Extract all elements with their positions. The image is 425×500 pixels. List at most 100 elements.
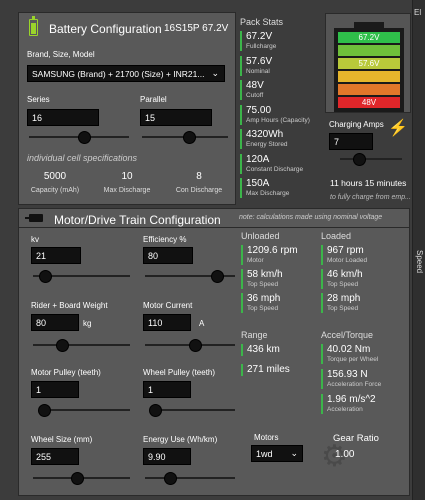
motor-icon <box>25 214 43 222</box>
stat-item: 58 km/h Top Speed <box>241 269 283 289</box>
wheel-pulley-input[interactable]: 1 <box>143 381 191 398</box>
kv-label: kv <box>31 235 39 244</box>
charging-amps-input[interactable]: 7 <box>329 133 373 150</box>
motor-current-label: Motor Current <box>143 301 193 310</box>
battery-level-cell <box>338 71 400 82</box>
slider-knob[interactable] <box>56 339 70 352</box>
slider-track[interactable] <box>145 477 235 479</box>
energy-use-input[interactable]: 9.90 <box>143 448 191 465</box>
series-slider[interactable] <box>29 131 129 144</box>
stat-caption: Constant Discharge <box>246 165 304 173</box>
series-input[interactable]: 16 <box>27 109 99 126</box>
stat-caption: Amp Hours (Capacity) <box>246 116 310 124</box>
stat-item: 1209.6 rpm Motor <box>241 245 298 265</box>
gear-ratio-value: 1.00 <box>335 449 355 460</box>
efficiency-input[interactable]: 80 <box>143 247 193 264</box>
con-discharge-value: 8 <box>196 171 202 182</box>
motor-current-slider[interactable] <box>145 339 235 352</box>
stat-value: 150A <box>246 178 270 189</box>
slider-knob[interactable] <box>164 472 178 485</box>
wheel-pulley-label: Wheel Pulley (teeth) <box>143 368 216 377</box>
stat-item: 156.93 N Acceleration Force <box>321 369 381 389</box>
kv-input[interactable]: 21 <box>31 247 81 264</box>
battery-level-cell <box>338 45 400 56</box>
slider-knob[interactable] <box>188 339 202 352</box>
stat-caption: Top Speed <box>247 281 279 288</box>
calc-note: note: calculations made using nominal vo… <box>239 214 383 221</box>
stat-item: 4320Wh Energy Stored <box>240 129 288 149</box>
stat-item: 48V Cutoff <box>240 80 264 100</box>
stat-value: 57.6V <box>246 55 273 67</box>
parallel-slider[interactable] <box>142 131 228 144</box>
stat-caption: Nominal <box>246 67 270 75</box>
side-top-label: El <box>414 8 422 17</box>
wheel-pulley-slider[interactable] <box>149 404 235 417</box>
pack-stats-title: Pack Stats <box>240 17 284 27</box>
stat-caption: Max Discharge <box>246 190 290 197</box>
weight-label: Rider + Board Weight <box>31 301 108 310</box>
stat-item: 150A Max Discharge <box>240 178 289 198</box>
model-select[interactable]: SAMSUNG (Brand) + 21700 (Size) + INR21..… <box>27 65 225 82</box>
battery-level-cell <box>338 84 400 95</box>
battery-title: Battery Configuration <box>49 22 162 36</box>
parallel-input[interactable]: 15 <box>140 109 212 126</box>
unloaded-title: Unloaded <box>241 231 280 241</box>
stat-item: 36 mph Top Speed <box>241 293 280 313</box>
stat-value: 1209.6 rpm <box>247 245 298 256</box>
model-select-value: SAMSUNG (Brand) + 21700 (Size) + INR21..… <box>32 69 205 79</box>
stat-item: 75.00 Amp Hours (Capacity) <box>240 104 310 125</box>
wheel-size-label: Wheel Size (mm) <box>31 435 93 444</box>
stat-value: 28 mph <box>327 293 361 304</box>
stat-value: 156.93 N <box>327 369 368 380</box>
energy-use-label: Energy Use (Wh/km) <box>143 435 218 444</box>
stat-caption: Acceleration Force <box>327 381 382 388</box>
charging-amps-slider[interactable] <box>340 153 402 166</box>
slider-knob[interactable] <box>149 404 163 417</box>
motor-pulley-slider[interactable] <box>37 404 130 417</box>
stat-value: 1.96 m/s^2 <box>327 394 376 405</box>
slider-track[interactable] <box>151 409 235 411</box>
slider-knob[interactable] <box>78 131 91 144</box>
accel-title: Accel/Torque <box>321 330 374 340</box>
app-page: Battery Configuration 16S15P 67.2V Brand… <box>0 0 425 500</box>
slider-knob[interactable] <box>211 270 224 283</box>
series-label: Series <box>27 95 50 104</box>
slider-track[interactable] <box>340 158 402 160</box>
battery-level-cell: 48V <box>338 97 400 108</box>
slider-knob[interactable] <box>70 472 84 485</box>
stat-value: 75.00 <box>246 104 272 116</box>
slider-track[interactable] <box>33 344 130 346</box>
efficiency-slider[interactable] <box>145 270 235 283</box>
parallel-label: Parallel <box>140 95 167 104</box>
slider-knob[interactable] <box>37 404 51 417</box>
stat-item: 271 miles <box>241 364 290 376</box>
stat-caption: Motor <box>247 257 264 264</box>
slider-knob[interactable] <box>38 270 52 283</box>
chevron-down-icon: ⌄ <box>290 448 298 458</box>
slider-track[interactable] <box>39 409 130 411</box>
stat-item: 46 km/h Top Speed <box>321 269 363 289</box>
kv-slider[interactable] <box>33 270 130 283</box>
motors-label: Motors <box>254 433 279 442</box>
stat-item: 40.02 Nm Torque per Wheel <box>321 344 378 364</box>
wheel-size-input[interactable]: 255 <box>31 448 79 465</box>
stat-item: 436 km <box>241 344 280 356</box>
charging-amps-label: Charging Amps <box>329 120 384 129</box>
motors-select[interactable]: 1wd ⌄ <box>251 445 303 462</box>
max-discharge-label: Max Discharge <box>103 187 151 194</box>
slider-knob[interactable] <box>183 131 197 144</box>
stat-caption: Torque per Wheel <box>327 356 379 363</box>
stat-value: 58 km/h <box>247 269 283 280</box>
motor-current-input[interactable]: 110 <box>143 314 191 331</box>
weight-slider[interactable] <box>33 339 130 352</box>
capacity-label: Capacity (mAh) <box>30 187 80 194</box>
stat-value: 40.02 Nm <box>327 344 371 355</box>
weight-input[interactable]: 80 <box>31 314 79 331</box>
stat-value: 271 miles <box>247 364 290 375</box>
energy-use-slider[interactable] <box>145 472 235 485</box>
slider-knob[interactable] <box>352 153 366 166</box>
cell-spec-title: individual cell specifications <box>27 153 138 163</box>
motor-pulley-input[interactable]: 1 <box>31 381 79 398</box>
stat-item: 120A Constant Discharge <box>240 153 304 174</box>
wheel-size-slider[interactable] <box>33 472 130 485</box>
